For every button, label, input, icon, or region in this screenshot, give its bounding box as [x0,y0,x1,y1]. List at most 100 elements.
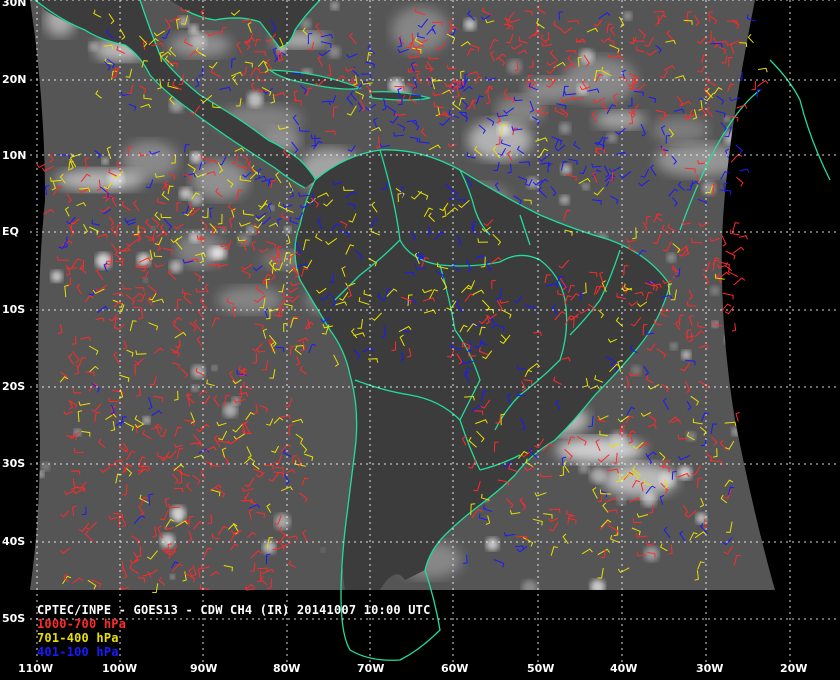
legend-mid-level: 701-400 hPa [37,631,119,645]
cloud-speck [143,278,148,283]
lon-label-80w: 80W [273,662,301,675]
wind-barb [736,176,744,187]
lat-label-20s: 20S [2,380,26,393]
cloud-speck [724,334,735,344]
cloud-speck [606,132,618,143]
wind-barb [735,144,743,155]
satellite-map [30,0,840,662]
lon-label-60w: 60W [441,662,469,675]
cloud-speck [211,365,218,371]
wind-barb [739,168,750,174]
cloud-speck [641,491,657,507]
cloud-speck [746,109,759,122]
lon-label-50w: 50W [527,662,555,675]
cloud-speck [247,91,263,107]
wind-barb [735,411,740,422]
wind-barb [751,81,756,91]
cloud-speck [724,116,730,122]
cloud-speck [731,313,737,319]
cloud-speck [223,403,238,418]
cloud-speck [670,342,678,350]
cloud-speck [731,427,741,436]
cloud-speck [589,467,606,484]
lat-label-eq: EQ [2,225,19,238]
cloud-speck [579,49,595,64]
cloud-speck [666,253,677,263]
wind-barb [757,80,769,87]
cloud-speck [320,547,326,553]
lat-label-50s: 50S [2,612,26,625]
legend-low-level: 1000-700 hPa [37,617,127,631]
wind-barb [721,234,727,247]
cloud-speck [330,1,339,11]
lon-label-100w: 100W [102,662,138,675]
cloud-speck [582,183,590,191]
cloud-speck [485,537,499,551]
cloud-speck [623,11,633,21]
cloud-patch [655,143,745,177]
wind-barb [732,246,745,254]
lat-label-10n: 10N [2,149,27,162]
cloud-speck [617,496,626,506]
cloud-patch [594,111,646,129]
cloud-speck [246,225,256,235]
cloud-speck [220,227,227,234]
wind-barb [747,33,754,44]
cloud-speck [590,579,605,590]
cloud-speck [190,32,207,49]
wind-barb [731,323,737,332]
cloud-speck [559,122,571,135]
cloud-speck [175,516,183,523]
cloud-patch [651,116,709,144]
lat-label-30s: 30S [2,457,26,470]
cloud-speck [328,45,341,59]
lat-label-40s: 40S [2,535,26,548]
wind-barb [758,67,768,73]
lon-label-40w: 40W [610,662,638,675]
lon-label-70w: 70W [357,662,385,675]
cloud-speck [179,187,192,200]
cloud-speck [207,246,222,260]
lat-label-20n: 20N [2,73,27,86]
cloud-speck [284,226,292,233]
cloud-speck [190,151,202,163]
cloud-speck [101,157,109,165]
cloud-speck [678,466,692,480]
cloud-speck [37,470,45,478]
cloud-speck [521,580,538,590]
cloud-speck [188,24,199,34]
cloud-speck [262,540,276,554]
cloud-speck [150,226,156,231]
cloud-speck [710,285,720,296]
cloud-speck [169,260,182,273]
cloud-speck [526,177,539,189]
cloud-speck [724,130,739,145]
cloud-speck [88,41,98,51]
legend-high-level: 401-100 hPa [37,645,119,659]
cloud-speck [160,533,175,549]
wind-barb [732,222,740,232]
lat-label-30n: 30N [2,0,27,9]
wind-barb [733,277,746,286]
map-title: CPTEC/INPE - GOES13 - CDW CH4 (IR) 20141… [37,603,431,617]
wind-barb [722,292,734,300]
cloud-speck [497,122,511,136]
cloud-speck [507,59,522,74]
lon-label-30w: 30W [696,662,724,675]
tierra-del-fuego [330,590,440,661]
cloud-speck [142,416,151,424]
cloud-speck [559,195,570,205]
cloud-patch [217,286,283,314]
lon-label-20w: 20W [780,662,808,675]
cloud-speck [681,350,691,360]
cloud-speck [274,513,291,530]
cloud-speck [50,270,63,283]
lat-label-10s: 10S [2,303,26,316]
cloud-speck [189,231,201,243]
cloud-speck [95,252,112,269]
lon-label-90w: 90W [190,662,218,675]
cloud-speck [170,574,175,580]
cloud-speck [644,546,659,562]
wind-barb [738,235,748,240]
lon-label-110w: 110W [18,662,54,675]
